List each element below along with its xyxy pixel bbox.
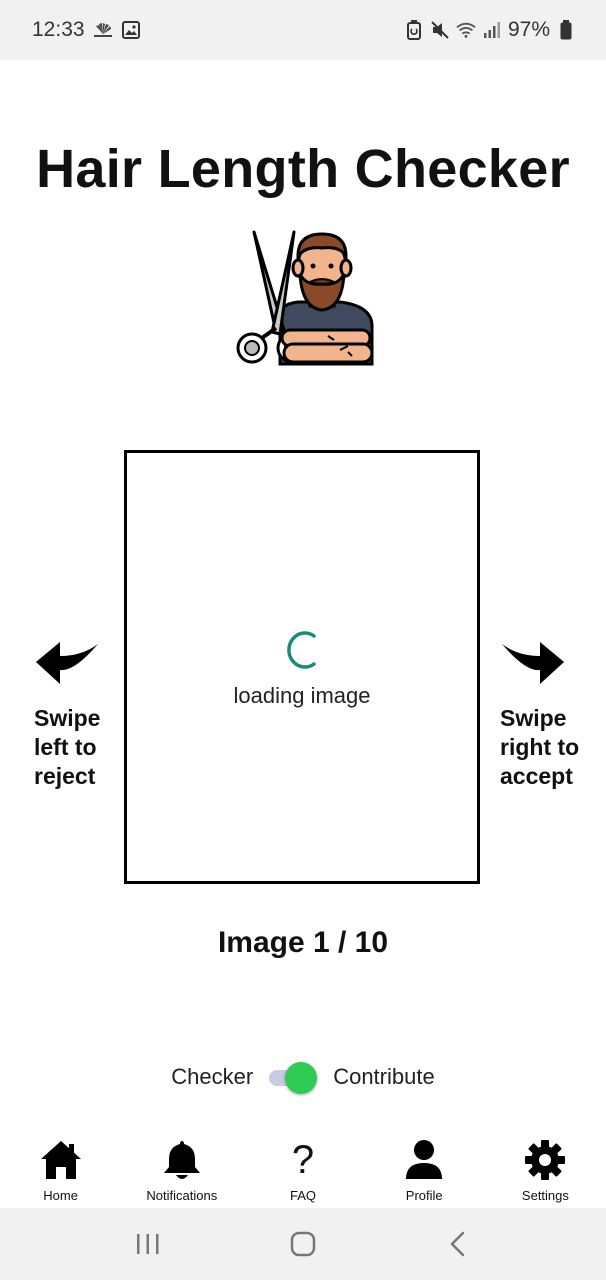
battery-saver-icon — [404, 20, 424, 40]
barber-with-scissors-icon — [228, 226, 380, 374]
page-title: Hair Length Checker — [36, 139, 570, 199]
home-icon — [39, 1138, 83, 1182]
nav-home-label: Home — [43, 1188, 78, 1203]
nav-home[interactable]: Home — [0, 1132, 121, 1208]
person-icon — [402, 1138, 446, 1182]
recents-icon[interactable] — [128, 1224, 168, 1264]
swipe-left-text: Swipe left to reject — [34, 704, 134, 791]
nav-faq[interactable]: ? FAQ — [242, 1132, 363, 1208]
question-icon: ? — [281, 1138, 325, 1182]
mode-toggle-row: Checker Contribute — [0, 1062, 606, 1094]
signal-icon — [482, 20, 502, 40]
swipe-right-text: Swipe right to accept — [500, 704, 600, 791]
home-circle-icon[interactable] — [283, 1224, 323, 1264]
status-time: 12:33 — [32, 18, 85, 41]
nav-notifications[interactable]: Notifications — [121, 1132, 242, 1208]
image-counter: Image 1 / 10 — [217, 926, 389, 959]
status-right: 97% — [404, 18, 576, 42]
image-icon — [121, 20, 141, 40]
nav-notifications-label: Notifications — [146, 1188, 218, 1203]
status-bar: 12:33 97% — [0, 0, 606, 60]
nav-faq-label: FAQ — [290, 1188, 317, 1203]
swipe-right-hint: Swipe right to accept — [500, 638, 600, 791]
battery-icon — [556, 20, 576, 40]
system-nav-bar — [0, 1208, 606, 1280]
bell-icon — [160, 1138, 204, 1182]
swipe-left-hint: Swipe left to reject — [34, 638, 134, 791]
nav-profile-label: Profile — [405, 1188, 443, 1203]
nav-settings-label: Settings — [521, 1188, 569, 1203]
swipe-left-line3: reject — [34, 763, 96, 789]
swipe-right-line2: right to — [500, 734, 580, 760]
swipe-right-line1: Swipe — [500, 705, 567, 731]
loading-text: loading image — [233, 683, 371, 708]
cnbc-icon — [93, 20, 113, 40]
battery-percent: 97% — [507, 18, 550, 41]
bottom-nav: Home Notifications ? FAQ Profile Setting… — [0, 1132, 606, 1208]
nav-settings[interactable]: Settings — [485, 1132, 606, 1208]
curved-arrow-right-icon — [502, 642, 564, 684]
mode-toggle-switch[interactable] — [267, 1062, 319, 1094]
curved-arrow-left-icon — [36, 642, 98, 684]
contribute-label: Contribute — [333, 1064, 435, 1089]
back-icon[interactable] — [438, 1224, 478, 1264]
wifi-icon — [456, 20, 476, 40]
question-glyph: ? — [291, 1138, 315, 1182]
swipe-right-line3: accept — [500, 763, 573, 789]
checker-label: Checker — [171, 1064, 254, 1089]
swipe-left-line2: left to — [34, 734, 97, 760]
image-card[interactable]: loading image — [124, 450, 480, 884]
toggle-thumb — [285, 1062, 318, 1094]
gear-icon — [523, 1138, 567, 1182]
mute-icon — [430, 20, 450, 40]
nav-profile[interactable]: Profile — [364, 1132, 485, 1208]
swipe-left-line1: Swipe — [34, 705, 101, 731]
status-left: 12:33 — [32, 18, 141, 42]
loading-spinner — [287, 631, 316, 669]
